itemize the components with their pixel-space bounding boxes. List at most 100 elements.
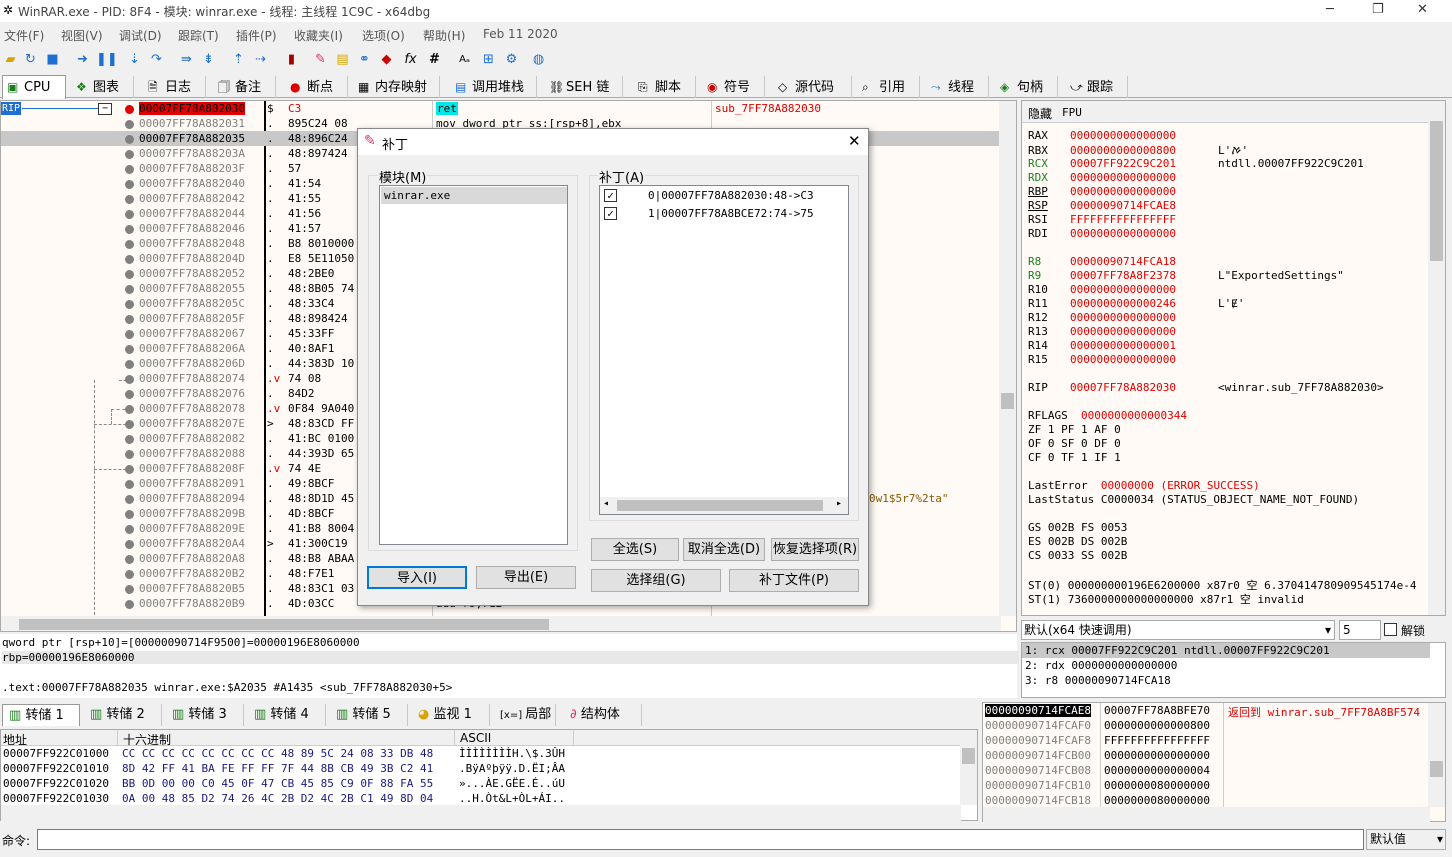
dump-ascii[interactable]: .BÿAºþÿÿ.D.ËI;ÂA [459, 762, 565, 775]
register-value[interactable]: 00007FF78A882030 [1070, 381, 1218, 394]
breakpoint-dot-icon[interactable] [125, 480, 134, 489]
breakpoint-dot-icon[interactable] [125, 240, 134, 249]
menu-options[interactable]: 选项(O) [362, 27, 405, 44]
patch-icon[interactable]: ✎ [312, 51, 329, 68]
import-button[interactable]: 导入(I) [367, 566, 467, 589]
open-folder-icon[interactable]: ▰ [2, 51, 19, 68]
breakpoint-dot-icon[interactable] [125, 255, 134, 264]
tab-source[interactable]: ◇ 源代码 [774, 76, 852, 98]
select-group-button[interactable]: 选择组(G) [591, 569, 721, 592]
pause-icon[interactable]: ❚❚ [96, 51, 118, 68]
stack-row[interactable]: 00000090714FCAE8 00007FF78A8BFE70 返回到 winr… [983, 704, 1430, 719]
stack-view[interactable]: 00000090714FCAE8 00007FF78A8BFE70 返回到 winr… [982, 702, 1446, 824]
stop-icon[interactable]: ■ [44, 51, 61, 68]
breakpoint-dot-icon[interactable] [125, 360, 134, 369]
breakpoint-dot-icon[interactable] [125, 405, 134, 414]
calculator-icon[interactable]: ⊞ [480, 51, 497, 68]
restart-icon[interactable]: ↻ [22, 51, 39, 68]
breakpoint-dot-icon[interactable] [125, 105, 134, 114]
tab-handles[interactable]: ◈ 句柄 [996, 76, 1058, 98]
breakpoint-dot-icon[interactable] [125, 150, 134, 159]
labels-icon[interactable]: ⚭ [356, 51, 373, 68]
command-input[interactable] [37, 829, 1364, 850]
stack-value[interactable]: FFFFFFFFFFFFFFFF [1104, 734, 1210, 747]
arg-count-stepper[interactable]: 5 [1339, 620, 1381, 640]
run-icon[interactable]: ➜ [74, 51, 91, 68]
breakpoint-dot-icon[interactable] [125, 540, 134, 549]
flags-row-3[interactable]: CF 0 TF 1 IF 1 [1028, 451, 1121, 464]
dump-hscroll[interactable] [1, 805, 961, 822]
register-value[interactable]: 0000000000000000 [1070, 185, 1218, 198]
tab-references[interactable]: ⌕ 引用 [858, 76, 920, 98]
breakpoint-dot-icon[interactable] [125, 270, 134, 279]
register-row[interactable]: R12 0000000000000000 [1028, 311, 1218, 324]
dump-ascii[interactable]: »...ÀE.GËE.É..úU [459, 777, 565, 790]
tab-breakpoints[interactable]: ● 断点 [286, 76, 348, 98]
menu-favorites[interactable]: 收藏夹(I) [294, 27, 343, 44]
breakpoint-dot-icon[interactable] [125, 510, 134, 519]
dump-hex[interactable]: CC CC CC CC CC CC CC CC 48 89 5C 24 08 3… [122, 747, 433, 760]
deselect-all-button[interactable]: 取消全选(D) [683, 538, 765, 561]
stack-value[interactable]: 0000000000000800 [1104, 719, 1210, 732]
breakpoint-dot-icon[interactable] [125, 420, 134, 429]
register-row[interactable]: R11 0000000000000246 L'Ɇ' [1028, 297, 1244, 311]
register-value[interactable]: 00007FF78A8F2378 [1070, 269, 1218, 282]
tab-struct[interactable]: ∂ 结构体 [564, 704, 642, 726]
register-value[interactable]: 0000000000000000 [1070, 325, 1218, 338]
scroll-left-icon[interactable]: ◂ [603, 498, 609, 509]
step-into-icon[interactable]: ⇣ [126, 51, 143, 68]
rflags-value[interactable]: 0000000000000344 [1081, 409, 1187, 422]
breakpoint-dot-icon[interactable] [125, 555, 134, 564]
register-row[interactable]: R13 0000000000000000 [1028, 325, 1218, 338]
registers-view[interactable]: 隐藏 FPU RAX 0000000000000000 RBX 00000000000… [1021, 100, 1446, 616]
tab-dump-1[interactable]: ▥ 转储 1 [2, 704, 80, 726]
export-button[interactable]: 导出(E) [476, 566, 576, 589]
dump-row[interactable]: 00007FF922C01010 8D 42 FF 41 BA FE FF FF … [1, 762, 961, 777]
hide-fpu-toggle[interactable]: 隐藏 [1028, 105, 1052, 122]
stack-row[interactable]: 00000090714FCAF0 0000000000000800 [983, 719, 1430, 734]
tab-trace[interactable]: ⤻ 跟踪 [1066, 76, 1128, 98]
tab-log[interactable]: 🗎 日志 [144, 76, 206, 98]
disasm-vscroll[interactable] [999, 101, 1016, 616]
stack-value[interactable]: 0000000080000000 [1104, 794, 1210, 807]
breakpoint-dot-icon[interactable] [125, 300, 134, 309]
minimize-button[interactable]: ─ [1326, 2, 1334, 17]
register-value[interactable]: 0000000000000246 [1070, 297, 1218, 310]
tab-cpu[interactable]: ▣ CPU [2, 75, 66, 99]
patch-0-checkbox[interactable]: ✓ [604, 189, 617, 202]
register-value[interactable]: 00007FF922C9C201 [1070, 157, 1218, 170]
register-value[interactable]: 0000000000000000 [1070, 353, 1218, 366]
tab-dump-3[interactable]: ▥ 转储 3 [166, 704, 244, 726]
register-row[interactable]: R14 0000000000000001 [1028, 339, 1218, 352]
menu-help[interactable]: 帮助(H) [423, 27, 465, 44]
register-row[interactable]: R8 00000090714FCA18 [1028, 255, 1218, 268]
stack-row[interactable]: 00000090714FCB08 0000000000000004 [983, 764, 1430, 779]
register-value[interactable]: 0000000000000000 [1070, 227, 1218, 240]
breakpoint-dot-icon[interactable] [125, 600, 134, 609]
breakpoint-dot-icon[interactable] [125, 585, 134, 594]
breakpoint-dot-icon[interactable] [125, 345, 134, 354]
flags-row-2[interactable]: OF 0 SF 0 DF 0 [1028, 437, 1121, 450]
register-row[interactable]: RSI FFFFFFFFFFFFFFFF [1028, 213, 1218, 226]
tab-locals[interactable]: [x=] 局部 [494, 704, 556, 726]
register-value[interactable]: 0000000000000000 [1070, 171, 1218, 184]
register-row[interactable]: RSP 00000090714FCAE8 [1028, 199, 1218, 212]
menu-trace[interactable]: 跟踪(T) [178, 27, 219, 44]
breakpoint-dot-icon[interactable] [125, 285, 134, 294]
register-value[interactable]: 0000000000000000 [1070, 283, 1218, 296]
disasm-row[interactable]: 00007FF78A882030 $ C3 [1, 102, 1001, 117]
tab-graph[interactable]: ❖ 图表 [72, 76, 134, 98]
breakpoint-dot-icon[interactable] [125, 225, 134, 234]
register-value[interactable]: 0000000000000001 [1070, 339, 1218, 352]
fpu-st1[interactable]: ST(1) 7360000000000000000 x87r1 空 invali… [1028, 591, 1304, 607]
breakpoint-dot-icon[interactable] [125, 435, 134, 444]
run-to-user-code-icon[interactable]: ⇢ [252, 51, 269, 68]
trace-into-icon[interactable]: ⇛ [178, 51, 195, 68]
stack-hscroll[interactable] [983, 807, 1430, 824]
unlock-checkbox[interactable] [1384, 623, 1397, 636]
patch-0-label[interactable]: 0|00007FF78A882030:48->C3 [648, 189, 814, 202]
register-row[interactable]: RCX 00007FF922C9C201 ntdll.00007FF922C9C20… [1028, 157, 1364, 170]
register-row[interactable]: RBX 0000000000000800 L'ࠀ' [1028, 143, 1248, 158]
tab-dump-2[interactable]: ▥ 转储 2 [84, 704, 162, 726]
callconv-select[interactable]: 默认(x64 快速调用) ▾ [1021, 620, 1335, 640]
